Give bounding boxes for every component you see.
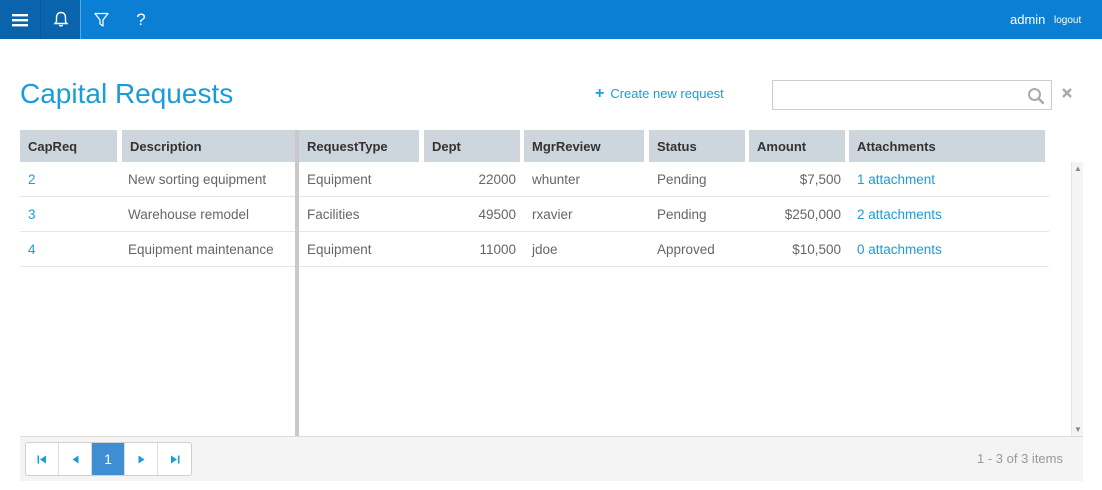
previous-page-button[interactable] (59, 443, 92, 475)
top-navigation-bar: ? admin logout (0, 0, 1102, 39)
help-button[interactable]: ? (126, 0, 156, 39)
scroll-up-icon[interactable]: ▲ (1074, 164, 1082, 173)
description-cell: Equipment maintenance (128, 242, 274, 257)
user-name[interactable]: admin (1010, 12, 1045, 27)
filter-icon (93, 12, 109, 27)
next-page-icon (138, 455, 144, 463)
first-page-icon (37, 455, 46, 463)
column-header-description[interactable]: Description (122, 130, 295, 162)
clear-search-icon[interactable] (1060, 86, 1074, 100)
column-header-amount[interactable]: Amount (749, 130, 845, 162)
column-header-status[interactable]: Status (649, 130, 745, 162)
amount-cell: $7,500 (799, 172, 841, 187)
page-title: Capital Requests (20, 78, 234, 109)
notifications-button[interactable] (40, 0, 80, 39)
create-request-link[interactable]: + Create new request (595, 84, 724, 102)
status-cell: Approved (657, 242, 715, 257)
status-cell: Pending (657, 207, 707, 222)
column-header-mgrreview[interactable]: MgrReview (524, 130, 644, 162)
vertical-scrollbar[interactable]: ▲ ▼ (1071, 162, 1083, 436)
mgrreview-cell: rxavier (532, 207, 573, 222)
capreq-link[interactable]: 4 (28, 232, 36, 267)
capreq-link[interactable]: 2 (28, 162, 36, 197)
plus-icon: + (595, 84, 605, 102)
pager-bar: 1 1 - 3 of 3 items (20, 436, 1083, 481)
mgrreview-cell: whunter (532, 172, 581, 187)
next-page-button[interactable] (125, 443, 158, 475)
page-button-current[interactable]: 1 (92, 443, 125, 475)
description-cell: New sorting equipment (128, 172, 267, 187)
scroll-down-icon[interactable]: ▼ (1074, 425, 1082, 434)
search-box (772, 80, 1052, 110)
capreq-link[interactable]: 3 (28, 197, 36, 232)
requesttype-cell: Equipment (307, 242, 372, 257)
last-page-icon (170, 455, 179, 463)
logout-link[interactable]: logout (1054, 15, 1081, 26)
previous-page-icon (72, 455, 78, 463)
status-cell: Pending (657, 172, 707, 187)
first-page-button[interactable] (26, 443, 59, 475)
attachments-link[interactable]: 1 attachment (857, 162, 935, 197)
frozen-column-splitter[interactable] (295, 130, 299, 436)
capital-requests-grid: CapReq Description RequestType Dept MgrR… (20, 130, 1083, 481)
description-cell: Warehouse remodel (128, 207, 250, 222)
column-header-capreq[interactable]: CapReq (20, 130, 117, 162)
requesttype-cell: Equipment (307, 172, 372, 187)
pager-info: 1 - 3 of 3 items (977, 451, 1063, 466)
search-input[interactable] (773, 81, 1023, 109)
attachments-link[interactable]: 0 attachments (857, 232, 942, 267)
last-page-button[interactable] (158, 443, 191, 475)
amount-cell: $10,500 (792, 242, 841, 257)
column-header-dept[interactable]: Dept (424, 130, 520, 162)
column-header-attachments[interactable]: Attachments (849, 130, 1045, 162)
toolbar-divider (80, 0, 81, 39)
row-divider (20, 266, 295, 267)
pager: 1 (25, 442, 192, 476)
requesttype-cell: Facilities (307, 207, 360, 222)
search-icon[interactable] (1027, 87, 1045, 105)
dept-cell: 11000 (479, 242, 516, 257)
filter-button[interactable] (86, 0, 116, 39)
attachments-link[interactable]: 2 attachments (857, 197, 942, 232)
mgrreview-cell: jdoe (532, 242, 558, 257)
dept-cell: 22000 (478, 172, 516, 187)
bell-icon (53, 11, 68, 27)
row-divider (299, 266, 1049, 267)
column-header-requesttype[interactable]: RequestType (299, 130, 419, 162)
dept-cell: 49500 (478, 207, 516, 222)
hamburger-icon (12, 13, 28, 26)
create-request-label: Create new request (610, 86, 724, 101)
menu-button[interactable] (0, 0, 40, 39)
amount-cell: $250,000 (784, 207, 841, 222)
